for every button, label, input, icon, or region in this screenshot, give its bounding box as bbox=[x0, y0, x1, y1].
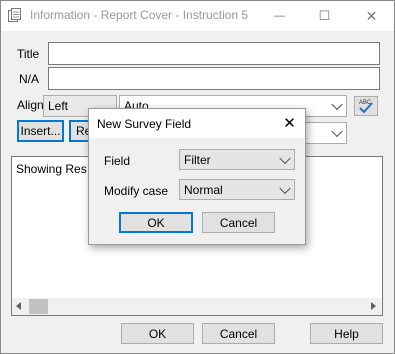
close-icon: ✕ bbox=[365, 7, 378, 24]
help-button[interactable]: Help bbox=[310, 323, 383, 344]
align-label: Align bbox=[17, 98, 44, 112]
dialog-title: New Survey Field bbox=[97, 117, 192, 131]
maximize-button[interactable]: ☐ bbox=[302, 1, 347, 31]
dialog-ok-button[interactable]: OK bbox=[119, 212, 193, 233]
spell-check-icon: ABC bbox=[359, 100, 373, 114]
chevron-down-icon bbox=[279, 152, 291, 164]
insert-button[interactable]: Insert... bbox=[17, 120, 64, 142]
modify-case-select[interactable]: Normal bbox=[179, 179, 295, 200]
chevron-down-icon bbox=[331, 98, 343, 111]
horizontal-scrollbar[interactable] bbox=[12, 298, 382, 315]
field-select[interactable]: Filter bbox=[179, 149, 295, 170]
scroll-right-icon[interactable] bbox=[371, 302, 376, 310]
minimize-button[interactable]: — bbox=[257, 1, 302, 31]
field-label: Field bbox=[104, 154, 131, 168]
maximize-icon: ☐ bbox=[318, 8, 331, 23]
content-text: Showing Res bbox=[16, 162, 87, 176]
align-select-value: Left bbox=[48, 99, 69, 113]
chevron-down-icon bbox=[279, 182, 291, 194]
window-title: Information - Report Cover - Instruction… bbox=[30, 8, 249, 22]
minimize-icon: — bbox=[274, 10, 285, 22]
na-label: N/A bbox=[19, 72, 40, 86]
scroll-left-icon[interactable] bbox=[16, 302, 21, 310]
scrollbar-thumb[interactable] bbox=[29, 299, 48, 314]
modify-case-value: Normal bbox=[184, 182, 223, 197]
cancel-button[interactable]: Cancel bbox=[202, 323, 275, 344]
new-survey-field-dialog: New Survey Field ✕ Field Filter Modify c… bbox=[88, 108, 306, 245]
dialog-cancel-button[interactable]: Cancel bbox=[202, 212, 275, 233]
close-icon: ✕ bbox=[283, 115, 296, 132]
close-button[interactable]: ✕ bbox=[349, 1, 394, 31]
chevron-down-icon bbox=[331, 125, 343, 138]
modify-case-label: Modify case bbox=[104, 184, 169, 198]
spell-check-button[interactable]: ABC bbox=[354, 96, 378, 116]
field-select-value: Filter bbox=[184, 152, 211, 167]
na-input[interactable] bbox=[48, 67, 380, 90]
title-input[interactable] bbox=[48, 42, 380, 65]
dialog-close-button[interactable]: ✕ bbox=[277, 112, 302, 134]
insert-field-select[interactable] bbox=[300, 122, 347, 144]
ok-button[interactable]: OK bbox=[121, 323, 194, 344]
app-icon bbox=[8, 8, 22, 23]
title-label: Title bbox=[17, 47, 40, 61]
